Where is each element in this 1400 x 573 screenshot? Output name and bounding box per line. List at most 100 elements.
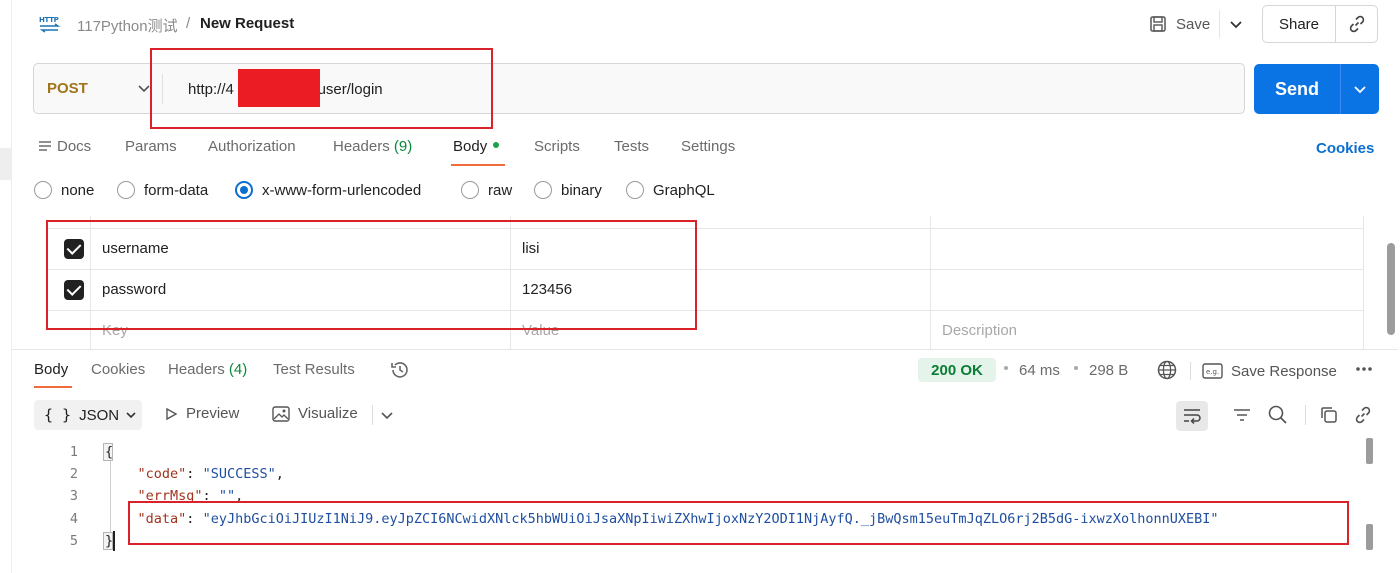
response-tab-cookies[interactable]: Cookies	[91, 361, 145, 378]
body-indicator-dot	[493, 142, 500, 148]
tab-label: Body	[34, 361, 69, 378]
preview-label: Preview	[186, 405, 240, 422]
scrollbar-thumb[interactable]	[1387, 243, 1395, 335]
breadcrumb-collection[interactable]: 117Python测试	[77, 15, 178, 36]
table-col-divider	[930, 216, 931, 349]
radio-circle[interactable]	[534, 181, 552, 199]
table-col-divider	[1363, 216, 1364, 349]
play-icon	[164, 407, 178, 421]
globe-icon[interactable]	[1156, 359, 1178, 381]
copy-link-button[interactable]	[1335, 5, 1378, 43]
json-brace: }	[105, 533, 114, 549]
search-icon[interactable]	[1267, 404, 1289, 426]
text-cursor	[113, 531, 115, 551]
copy-icon[interactable]	[1319, 405, 1339, 425]
tab-label: Docs	[57, 138, 92, 155]
tab-authorization[interactable]: Authorization	[208, 138, 296, 155]
tab-label: Scripts	[534, 138, 580, 155]
chevron-down-icon[interactable]	[1226, 14, 1246, 34]
sidebar-handle[interactable]	[0, 148, 12, 180]
radio-label: GraphQL	[653, 181, 715, 199]
chevron-down-icon	[1352, 81, 1368, 97]
tab-label: Authorization	[208, 138, 296, 155]
left-sidebar-edge	[0, 0, 12, 573]
method-label: POST	[47, 80, 88, 97]
code-line[interactable]: {	[105, 444, 113, 460]
json-value: "SUCCESS"	[202, 466, 276, 482]
divider	[1190, 362, 1191, 380]
save-icon	[1148, 14, 1168, 34]
radio-none[interactable]: none	[34, 181, 94, 199]
radio-label: none	[61, 181, 95, 199]
code-line[interactable]: "code": "SUCCESS",	[105, 466, 284, 482]
radio-circle[interactable]	[34, 181, 52, 199]
history-icon[interactable]	[389, 359, 411, 381]
visualize-button[interactable]: Visualize	[272, 405, 358, 422]
divider	[12, 349, 1398, 350]
radio-circle-selected[interactable]	[235, 181, 253, 199]
cookies-link[interactable]: Cookies	[1316, 140, 1374, 157]
filter-icon[interactable]	[1232, 405, 1252, 425]
tab-params[interactable]: Params	[125, 138, 177, 155]
code-line[interactable]: }	[105, 533, 113, 549]
radio-circle[interactable]	[117, 181, 135, 199]
response-size[interactable]: 298 B	[1089, 362, 1128, 379]
line-number: 5	[69, 533, 78, 549]
radio-form-data[interactable]: form-data	[117, 181, 208, 199]
active-tab-underline	[451, 164, 505, 166]
more-options-icon[interactable]	[1355, 361, 1375, 377]
tab-label: Headers	[333, 138, 390, 155]
format-label: JSON	[79, 406, 120, 424]
separator-dot	[1004, 366, 1008, 370]
radio-graphql[interactable]: GraphQL	[626, 181, 715, 199]
json-brace: {	[105, 444, 114, 460]
radio-circle[interactable]	[461, 181, 479, 199]
http-icon: HTTP	[38, 14, 62, 34]
tab-docs[interactable]: Docs	[38, 138, 91, 155]
radio-label: binary	[561, 181, 602, 199]
tab-body[interactable]: Body	[453, 138, 500, 155]
divider	[1305, 405, 1306, 425]
radio-circle[interactable]	[626, 181, 644, 199]
format-select[interactable]: { } JSON	[34, 400, 142, 430]
status-badge[interactable]: 200 OK	[918, 358, 996, 382]
radio-label: form-data	[144, 181, 209, 199]
scrollbar-thumb[interactable]	[1366, 524, 1373, 550]
link-icon[interactable]	[1353, 405, 1373, 425]
save-response-button[interactable]: e.g. Save Response	[1202, 362, 1337, 380]
line-number: 2	[69, 466, 78, 482]
tab-scripts[interactable]: Scripts	[534, 138, 580, 155]
divider	[372, 405, 373, 425]
response-tab-body[interactable]: Body	[34, 361, 68, 378]
chevron-down-icon[interactable]	[380, 408, 394, 422]
tab-label: Settings	[681, 138, 736, 155]
tab-label: Test Results	[273, 361, 355, 378]
line-number: 1	[69, 444, 78, 460]
response-tab-headers[interactable]: Headers (4)	[168, 361, 247, 378]
save-response-label: Save Response	[1231, 362, 1337, 380]
example-icon: e.g.	[1202, 362, 1224, 380]
save-label: Save	[1176, 15, 1211, 33]
share-label: Share	[1278, 15, 1320, 33]
radio-raw[interactable]: raw	[461, 181, 512, 199]
tab-headers[interactable]: Headers (9)	[333, 138, 412, 155]
radio-binary[interactable]: binary	[534, 181, 602, 199]
response-tab-test-results[interactable]: Test Results	[273, 361, 355, 378]
tab-tests[interactable]: Tests	[614, 138, 649, 155]
share-button[interactable]: Share	[1262, 5, 1336, 43]
request-title[interactable]: New Request	[200, 15, 294, 32]
tab-label: Cookies	[91, 361, 146, 378]
response-time[interactable]: 64 ms	[1019, 362, 1060, 379]
divider	[1219, 10, 1220, 38]
line-number: 4	[69, 511, 78, 527]
description-placeholder[interactable]: Description	[942, 322, 1017, 339]
send-options-button[interactable]	[1340, 64, 1379, 114]
annotation-box-url	[150, 48, 493, 129]
tab-settings[interactable]: Settings	[681, 138, 735, 155]
headers-count: (9)	[393, 138, 413, 155]
scrollbar-thumb[interactable]	[1366, 438, 1373, 464]
wrap-lines-button[interactable]	[1176, 401, 1208, 431]
preview-button[interactable]: Preview	[164, 405, 239, 422]
send-button[interactable]: Send	[1254, 64, 1340, 114]
radio-x-www-form-urlencoded[interactable]: x-www-form-urlencoded	[235, 181, 421, 199]
